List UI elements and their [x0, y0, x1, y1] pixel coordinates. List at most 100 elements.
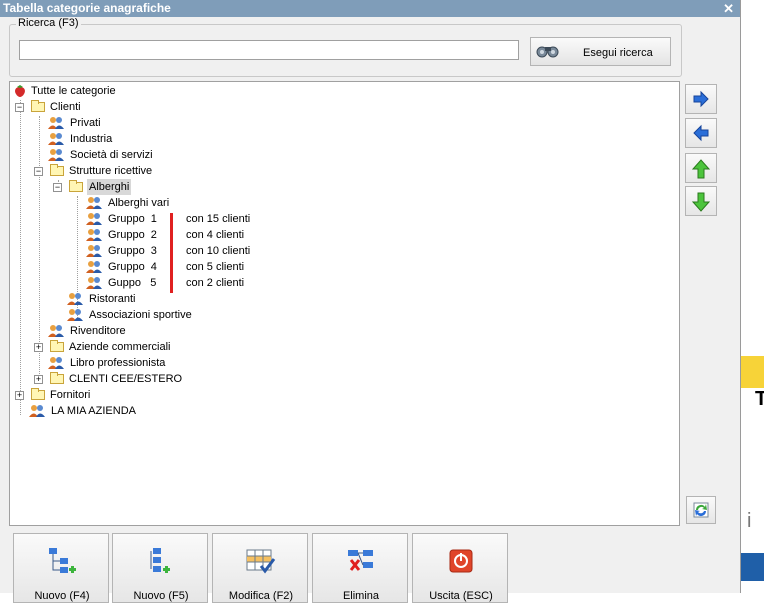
users-icon [48, 117, 64, 129]
tree-label: CLENTI CEE/ESTERO [69, 373, 183, 385]
users-icon [86, 229, 102, 241]
tree-label: Gruppo 4 [108, 261, 157, 273]
annotation-gruppo-2: con 4 clienti [186, 229, 245, 241]
refresh-button[interactable] [686, 496, 716, 524]
users-icon [86, 213, 102, 225]
tree-label: Privati [70, 117, 101, 129]
arrow-right-icon [693, 90, 709, 108]
tree-node-privati[interactable]: Privati [48, 115, 248, 131]
button-label: Elimina [342, 590, 380, 602]
folder-icon [50, 372, 64, 384]
tree-node-cee[interactable]: + CLENTI CEE/ESTERO [34, 371, 234, 387]
search-group-label: Ricerca (F3) [16, 17, 81, 29]
strawberry-icon [15, 85, 25, 97]
background-text-2: i [747, 510, 752, 532]
tree-label: Aziende commerciali [69, 341, 171, 353]
tree-label: Alberghi vari [108, 197, 170, 209]
background-blue-band [741, 553, 764, 581]
users-icon [48, 357, 64, 369]
users-icon [86, 261, 102, 273]
tree-node-rivenditore[interactable]: Rivenditore [48, 323, 248, 339]
collapse-icon[interactable]: − [15, 103, 24, 112]
tree-node-associazioni[interactable]: Associazioni sportive [67, 307, 267, 323]
tree-label: Gruppo 1 [108, 213, 157, 225]
tree-label: Società di servizi [70, 149, 153, 161]
annotation-bar [170, 213, 173, 293]
tree-label: Industria [70, 133, 113, 145]
arrow-up-icon [692, 159, 710, 179]
collapse-icon[interactable]: − [34, 167, 43, 176]
close-icon[interactable]: ✕ [723, 0, 734, 17]
tree-label: Rivenditore [70, 325, 126, 337]
tree-node-root[interactable]: Tutte le categorie [13, 83, 213, 99]
button-label: Uscita (ESC) [429, 590, 493, 602]
tree-node-clienti[interactable]: − Clienti [15, 99, 215, 115]
annotation-gruppo-1: con 15 clienti [186, 213, 251, 225]
tree-node-societa[interactable]: Società di servizi [48, 147, 248, 163]
tree-add-child-icon [150, 548, 170, 573]
annotation-gruppo-4: con 5 clienti [186, 261, 245, 273]
move-up-button[interactable] [685, 153, 717, 183]
tree-node-industria[interactable]: Industria [48, 131, 248, 147]
folder-icon [50, 164, 64, 176]
expand-icon[interactable]: + [15, 391, 24, 400]
expand-icon[interactable]: + [34, 375, 43, 384]
category-window: Tabella categorie anagrafiche ✕ Ricerca … [0, 0, 741, 603]
tree-label: Gruppo 3 [108, 245, 157, 257]
move-right-button[interactable] [685, 84, 717, 114]
users-icon [67, 293, 83, 305]
tree-label: Alberghi [87, 179, 132, 195]
expand-icon[interactable]: + [34, 343, 43, 352]
tree-label: Strutture ricettive [69, 165, 153, 177]
refresh-icon [693, 502, 709, 518]
tree-label: Ristoranti [89, 293, 136, 305]
tree-label: Tutte le categorie [31, 85, 116, 97]
search-input[interactable] [19, 40, 519, 60]
users-icon [86, 277, 102, 289]
folder-icon [31, 100, 45, 112]
users-icon [86, 197, 102, 209]
tree-node-fornitori[interactable]: + Fornitori [15, 387, 215, 403]
window-title: Tabella categorie anagrafiche [3, 1, 171, 15]
tree-node-alberghi-vari[interactable]: Alberghi vari [86, 195, 286, 211]
background-text: T [755, 388, 764, 410]
move-left-button[interactable] [685, 118, 717, 148]
move-down-button[interactable] [685, 186, 717, 216]
tree-node-libro[interactable]: Libro professionista [48, 355, 248, 371]
collapse-icon[interactable]: − [53, 183, 62, 192]
tree-label: LA MIA AZIENDA [51, 405, 136, 417]
button-label: Nuovo (F4) [34, 590, 90, 602]
background-yellow-band [741, 356, 764, 388]
tree-node-aziende[interactable]: + Aziende commerciali [34, 339, 234, 355]
folder-icon [31, 388, 45, 400]
users-icon [48, 149, 64, 161]
title-bar: Tabella categorie anagrafiche ✕ [0, 0, 740, 17]
users-icon [67, 309, 83, 321]
tree-node-azienda[interactable]: LA MIA AZIENDA [29, 403, 229, 419]
folder-icon [69, 180, 83, 192]
annotation-gruppo-3: con 10 clienti [186, 245, 251, 257]
button-label: Nuovo (F5) [133, 590, 189, 602]
users-icon [48, 133, 64, 145]
grid-check-icon [246, 549, 276, 574]
tree-label: Guppo 5 [108, 277, 157, 289]
tree-node-strutture[interactable]: − Strutture ricettive [34, 163, 234, 179]
binoculars-icon [535, 43, 561, 62]
users-icon [29, 405, 45, 417]
search-button[interactable]: Esegui ricerca [530, 37, 671, 66]
tree-label: Libro professionista [70, 357, 166, 369]
tree-node-alberghi[interactable]: − Alberghi [53, 179, 253, 195]
power-icon [449, 549, 473, 573]
tree-label: Clienti [50, 101, 81, 113]
users-icon [86, 245, 102, 257]
tree-add-icon [49, 548, 76, 573]
users-icon [48, 325, 64, 337]
arrow-down-icon [692, 192, 710, 212]
tree-node-ristoranti[interactable]: Ristoranti [67, 291, 267, 307]
tree-delete-icon [348, 550, 373, 571]
category-tree[interactable]: Tutte le categorie − Clienti Privati Ind… [9, 81, 680, 526]
search-button-label: Esegui ricerca [583, 47, 653, 59]
tree-label: Associazioni sportive [89, 309, 192, 321]
tree-label: Fornitori [50, 389, 91, 401]
tree-label: Gruppo 2 [108, 229, 157, 241]
